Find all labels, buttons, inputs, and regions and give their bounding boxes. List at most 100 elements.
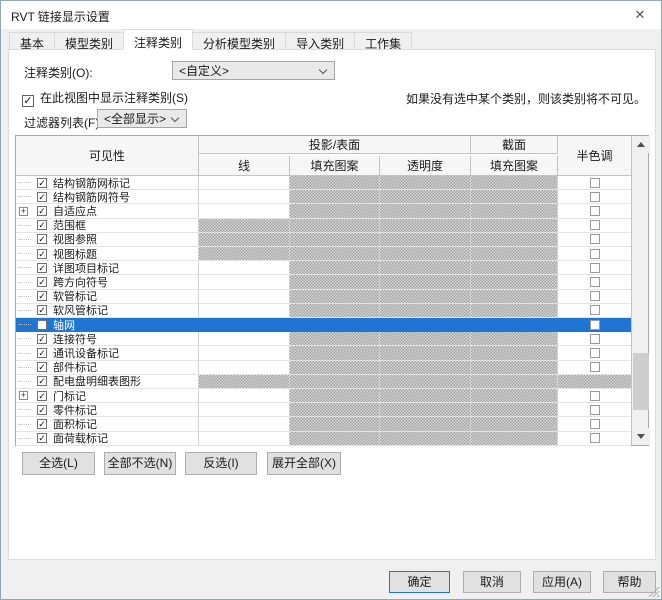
patterns-cell[interactable] — [290, 303, 380, 319]
lines-cell[interactable] — [199, 275, 290, 290]
scrollbar-thumb[interactable] — [633, 353, 649, 410]
tab-3[interactable]: 分析模型类别 — [192, 32, 287, 51]
lines-cell[interactable] — [199, 232, 290, 248]
tab-2[interactable]: 注释类别 — [123, 29, 194, 50]
halftone-cell[interactable] — [558, 332, 631, 347]
lines-cell[interactable] — [199, 389, 290, 404]
transparency-cell[interactable] — [380, 389, 471, 404]
transparency-cell[interactable] — [380, 360, 471, 375]
halftone-checkbox[interactable] — [589, 390, 600, 401]
cut-patterns-cell[interactable] — [471, 389, 558, 404]
visibility-cell[interactable]: ✓ 软风管标记 — [16, 303, 199, 319]
table-row[interactable]: ✓ 详图项目标记 — [16, 261, 631, 276]
patterns-cell[interactable] — [290, 318, 380, 333]
dialog-button-2[interactable]: 应用(A) — [533, 571, 591, 593]
cut-patterns-cell[interactable] — [471, 374, 558, 390]
patterns-cell[interactable] — [290, 374, 380, 390]
halftone-cell[interactable] — [558, 346, 631, 361]
halftone-checkbox[interactable] — [589, 220, 600, 231]
cut-patterns-cell[interactable] — [471, 232, 558, 248]
halftone-checkbox[interactable] — [589, 206, 600, 216]
resize-grip-icon[interactable] — [647, 585, 659, 597]
halftone-cell[interactable] — [558, 389, 631, 404]
patterns-cell[interactable] — [290, 289, 380, 304]
tab-4[interactable]: 导入类别 — [285, 32, 356, 51]
row-checkbox[interactable]: ✓ — [37, 305, 47, 316]
visibility-cell[interactable]: ✓ 配电盘明细表图形 — [16, 374, 199, 390]
patterns-cell[interactable] — [290, 417, 380, 432]
row-checkbox[interactable]: ✓ — [37, 419, 47, 430]
row-checkbox[interactable]: ✓ — [37, 248, 47, 259]
halftone-cell[interactable] — [558, 176, 631, 191]
transparency-cell[interactable] — [380, 332, 471, 347]
halftone-checkbox[interactable] — [589, 433, 600, 444]
table-row[interactable]: ✓ 面荷载标记 — [16, 431, 631, 446]
table-row[interactable]: + ✓ 门标记 — [16, 389, 631, 404]
lines-cell[interactable] — [199, 303, 290, 319]
halftone-checkbox[interactable] — [589, 362, 600, 373]
row-checkbox[interactable]: ✓ — [37, 333, 47, 344]
transparency-cell[interactable] — [380, 417, 471, 432]
halftone-cell[interactable] — [558, 247, 631, 262]
patterns-cell[interactable] — [290, 247, 380, 262]
table-row[interactable]: ✓ 软风管标记 — [16, 303, 631, 319]
expand-icon[interactable]: + — [19, 391, 28, 401]
row-checkbox[interactable]: ✓ — [37, 191, 47, 202]
table-row[interactable]: ✓ 通讯设备标记 — [16, 346, 631, 361]
transparency-cell[interactable] — [380, 431, 471, 446]
action-button-2[interactable]: 反选(I) — [185, 452, 257, 475]
table-row[interactable]: ✓ 配电盘明细表图形 — [16, 374, 631, 390]
halftone-cell[interactable] — [558, 204, 631, 219]
row-checkbox[interactable] — [37, 319, 47, 330]
cut-patterns-cell[interactable] — [471, 275, 558, 290]
row-checkbox[interactable]: ✓ — [37, 220, 47, 231]
table-row[interactable]: ✓ 零件标记 — [16, 403, 631, 418]
transparency-cell[interactable] — [380, 218, 471, 233]
table-row[interactable]: ✓ 视图参照 — [16, 232, 631, 248]
halftone-checkbox[interactable] — [589, 191, 600, 202]
halftone-checkbox[interactable] — [589, 277, 600, 288]
halftone-cell[interactable] — [558, 304, 631, 319]
patterns-cell[interactable] — [290, 190, 380, 205]
halftone-cell[interactable] — [558, 403, 631, 418]
visibility-cell[interactable]: ✓ 通讯设备标记 — [16, 346, 199, 361]
visibility-cell[interactable]: ✓ 面荷载标记 — [16, 431, 199, 446]
halftone-checkbox[interactable] — [589, 248, 600, 259]
halftone-cell[interactable] — [558, 219, 631, 233]
row-checkbox[interactable]: ✓ — [37, 262, 47, 273]
lines-cell[interactable] — [199, 374, 290, 390]
dialog-button-0[interactable]: 确定 — [389, 571, 450, 593]
patterns-cell[interactable] — [290, 431, 380, 446]
cut-patterns-cell[interactable] — [471, 318, 558, 333]
table-row[interactable]: ✓ 跨方向符号 — [16, 275, 631, 290]
table-row[interactable]: 轴网 — [16, 318, 631, 333]
visibility-cell[interactable]: ✓ 零件标记 — [16, 403, 199, 418]
patterns-cell[interactable] — [290, 389, 380, 404]
cut-patterns-cell[interactable] — [471, 247, 558, 262]
transparency-cell[interactable] — [380, 232, 471, 248]
expand-icon[interactable]: + — [19, 206, 28, 216]
lines-cell[interactable] — [199, 417, 290, 432]
row-checkbox[interactable]: ✓ — [37, 348, 47, 359]
tab-5[interactable]: 工作集 — [354, 32, 413, 51]
action-button-1[interactable]: 全部不选(N) — [104, 452, 176, 475]
lines-cell[interactable] — [199, 218, 290, 233]
cut-patterns-cell[interactable] — [471, 417, 558, 432]
cut-patterns-cell[interactable] — [471, 204, 558, 219]
halftone-cell[interactable] — [558, 275, 631, 290]
row-checkbox[interactable]: ✓ — [37, 177, 47, 188]
transparency-cell[interactable] — [380, 303, 471, 319]
halftone-checkbox[interactable] — [589, 419, 600, 430]
lines-cell[interactable] — [199, 346, 290, 361]
cut-patterns-cell[interactable] — [471, 332, 558, 347]
lines-cell[interactable] — [199, 431, 290, 446]
table-row[interactable]: ✓ 面积标记 — [16, 417, 631, 432]
dialog-button-1[interactable]: 取消 — [463, 571, 521, 593]
visibility-cell[interactable]: ✓ 范围框 — [16, 218, 199, 233]
cut-patterns-cell[interactable] — [471, 431, 558, 446]
visibility-cell[interactable]: + ✓ 自适应点 — [16, 204, 199, 219]
halftone-cell[interactable] — [558, 417, 631, 432]
row-checkbox[interactable]: ✓ — [37, 390, 47, 401]
transparency-cell[interactable] — [380, 289, 471, 304]
table-row[interactable]: + ✓ 自适应点 — [16, 204, 631, 219]
